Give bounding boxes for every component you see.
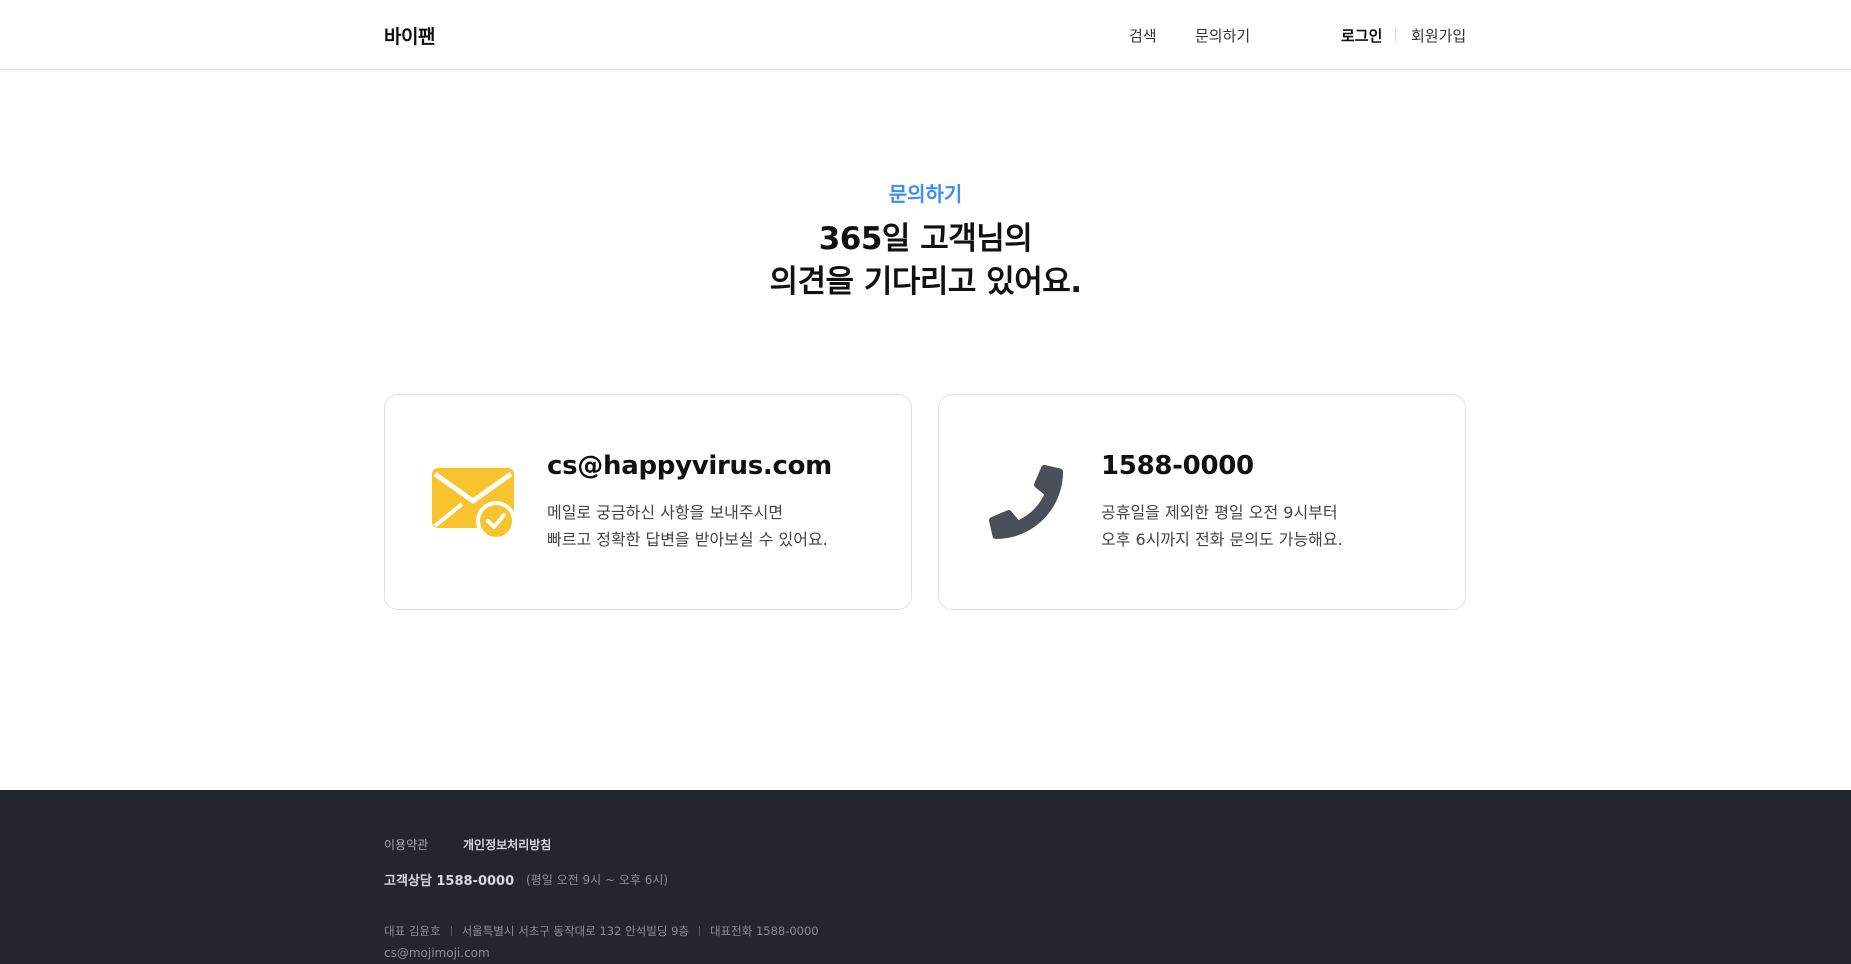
footer-divider	[698, 926, 700, 936]
phone-number[interactable]: 1588-0000	[1101, 451, 1254, 481]
phone-contact-card[interactable]: 1588-0000 공휴일을 제외한 평일 오전 9시부터 오후 6시까지 전화…	[938, 394, 1466, 610]
footer-hours: (평일 오전 9시 ~ 오후 6시)	[526, 873, 669, 887]
nav-inquiry-link[interactable]: 문의하기	[1195, 25, 1250, 46]
hero-title-line-1: 365일 고객님의	[818, 221, 1033, 257]
email-description: 메일로 궁금하신 사항을 보내주시면 빠르고 정확한 답변을 받아보실 수 있어…	[547, 499, 828, 553]
nav-divider	[1395, 28, 1396, 41]
nav-search-link[interactable]: 검색	[1129, 25, 1157, 46]
phone-description: 공휴일을 제외한 평일 오전 9시부터 오후 6시까지 전화 문의도 가능해요.	[1101, 499, 1343, 553]
footer-divider	[450, 926, 452, 936]
nav-login-link[interactable]: 로그인	[1341, 25, 1382, 46]
nav-signup-link[interactable]: 회원가입	[1411, 25, 1466, 46]
phone-icon	[989, 465, 1063, 543]
site-header: 바이팬 검색 문의하기 로그인 회원가입	[0, 0, 1851, 70]
footer-address: 서울특별시 서초구 동작대로 132 안석빌딩 9층	[461, 924, 689, 938]
footer-tel: 대표전화 1588-0000	[709, 924, 819, 938]
site-logo[interactable]: 바이팬	[384, 22, 435, 49]
mail-check-icon	[432, 468, 516, 544]
footer-customer-service: 고객상담 1588-0000	[384, 874, 515, 889]
hero-title: 365일 고객님의 의견을 기다리고 있어요.	[0, 218, 1851, 304]
email-description-line-1: 메일로 궁금하신 사항을 보내주시면	[547, 503, 784, 522]
footer-company-info: 대표 김윤호 서울특별시 서초구 동작대로 132 안석빌딩 9층 대표전화 158…	[384, 923, 819, 939]
phone-description-line-2: 오후 6시까지 전화 문의도 가능해요.	[1101, 530, 1343, 549]
section-label: 문의하기	[888, 182, 963, 206]
site-footer: 이용약관 개인정보처리방침 고객상담 1588-0000 (평일 오전 9시 ~…	[0, 790, 1851, 964]
footer-ceo: 대표 김윤호	[384, 924, 441, 938]
email-address[interactable]: cs@happyvirus.com	[547, 451, 832, 481]
email-contact-card[interactable]: cs@happyvirus.com 메일로 궁금하신 사항을 보내주시면 빠르고…	[384, 394, 912, 610]
footer-terms-link[interactable]: 이용약관	[384, 836, 428, 853]
footer-privacy-link[interactable]: 개인정보처리방침	[463, 836, 551, 853]
footer-email[interactable]: cs@mojimoji.com	[384, 946, 490, 960]
email-description-line-2: 빠르고 정확한 답변을 받아보실 수 있어요.	[547, 530, 828, 549]
hero-title-line-2: 의견을 기다리고 있어요.	[769, 264, 1082, 300]
phone-description-line-1: 공휴일을 제외한 평일 오전 9시부터	[1101, 503, 1338, 522]
